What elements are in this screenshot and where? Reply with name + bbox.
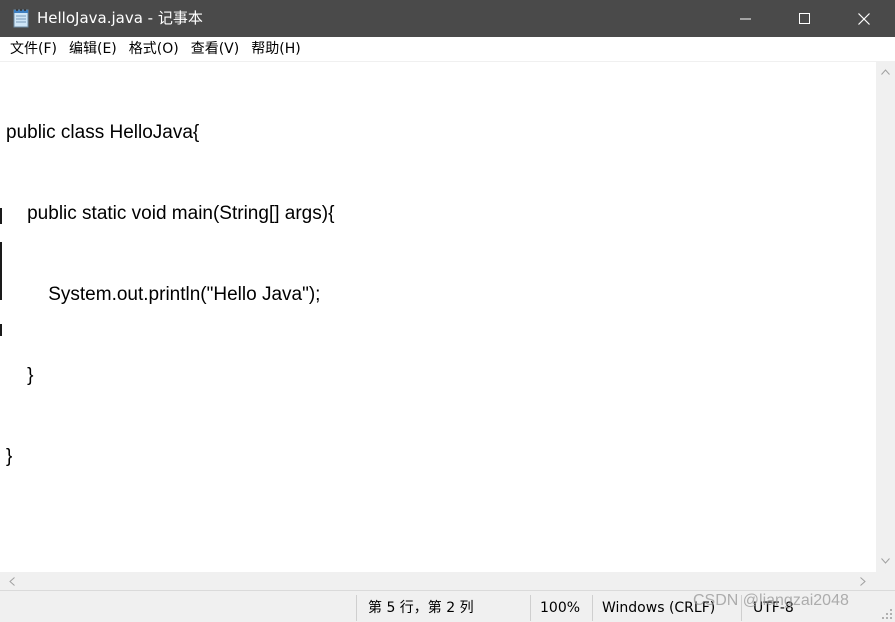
window-edge xyxy=(0,208,2,224)
resize-grip-icon[interactable] xyxy=(881,608,893,620)
menu-bar: 文件(F) 编辑(E) 格式(O) 查看(V) 帮助(H) xyxy=(0,37,895,61)
scroll-left-icon[interactable] xyxy=(2,572,21,590)
window-title: HelloJava.java - 记事本 xyxy=(37,9,203,27)
menu-view[interactable]: 查看(V) xyxy=(185,39,246,59)
code-line: public static void main(String[] args){ xyxy=(6,203,335,224)
status-divider xyxy=(530,595,531,621)
code-line: } xyxy=(6,365,34,386)
scroll-up-icon[interactable] xyxy=(876,63,895,80)
code-line: System.out.println("Hello Java"); xyxy=(6,284,321,305)
notepad-icon xyxy=(13,9,29,28)
close-icon xyxy=(858,12,870,25)
vertical-scrollbar[interactable] xyxy=(876,61,895,572)
code-line: } xyxy=(6,446,13,467)
minimize-icon xyxy=(740,18,751,19)
maximize-button[interactable] xyxy=(782,0,828,37)
zoom-level: 100% xyxy=(540,600,581,616)
menu-help[interactable]: 帮助(H) xyxy=(245,39,306,59)
minimize-button[interactable] xyxy=(723,0,769,37)
status-divider xyxy=(592,595,593,621)
close-button[interactable] xyxy=(841,0,887,37)
horizontal-scrollbar[interactable] xyxy=(0,572,876,590)
scrollbar-corner xyxy=(876,572,895,590)
title-bar[interactable]: HelloJava.java - 记事本 xyxy=(0,0,895,37)
menu-file[interactable]: 文件(F) xyxy=(4,39,63,59)
window-edge xyxy=(0,242,2,300)
watermark-text: CSDN @liangzai2048 xyxy=(693,592,849,609)
scroll-down-icon[interactable] xyxy=(876,552,895,569)
scroll-right-icon[interactable] xyxy=(853,572,872,590)
maximize-icon xyxy=(799,12,810,24)
menu-format[interactable]: 格式(O) xyxy=(123,39,185,59)
notepad-window: HelloJava.java - 记事本 文件(F) 编辑(E) 格式(O) 查… xyxy=(0,0,895,622)
text-editor[interactable]: public class HelloJava{ public static vo… xyxy=(0,61,876,572)
status-divider xyxy=(356,595,357,621)
editor-text[interactable]: public class HelloJava{ public static vo… xyxy=(6,65,334,524)
code-line: public class HelloJava{ xyxy=(6,122,200,143)
window-edge xyxy=(0,324,2,336)
cursor-position: 第 5 行，第 2 列 xyxy=(368,600,474,616)
menu-edit[interactable]: 编辑(E) xyxy=(63,39,123,59)
